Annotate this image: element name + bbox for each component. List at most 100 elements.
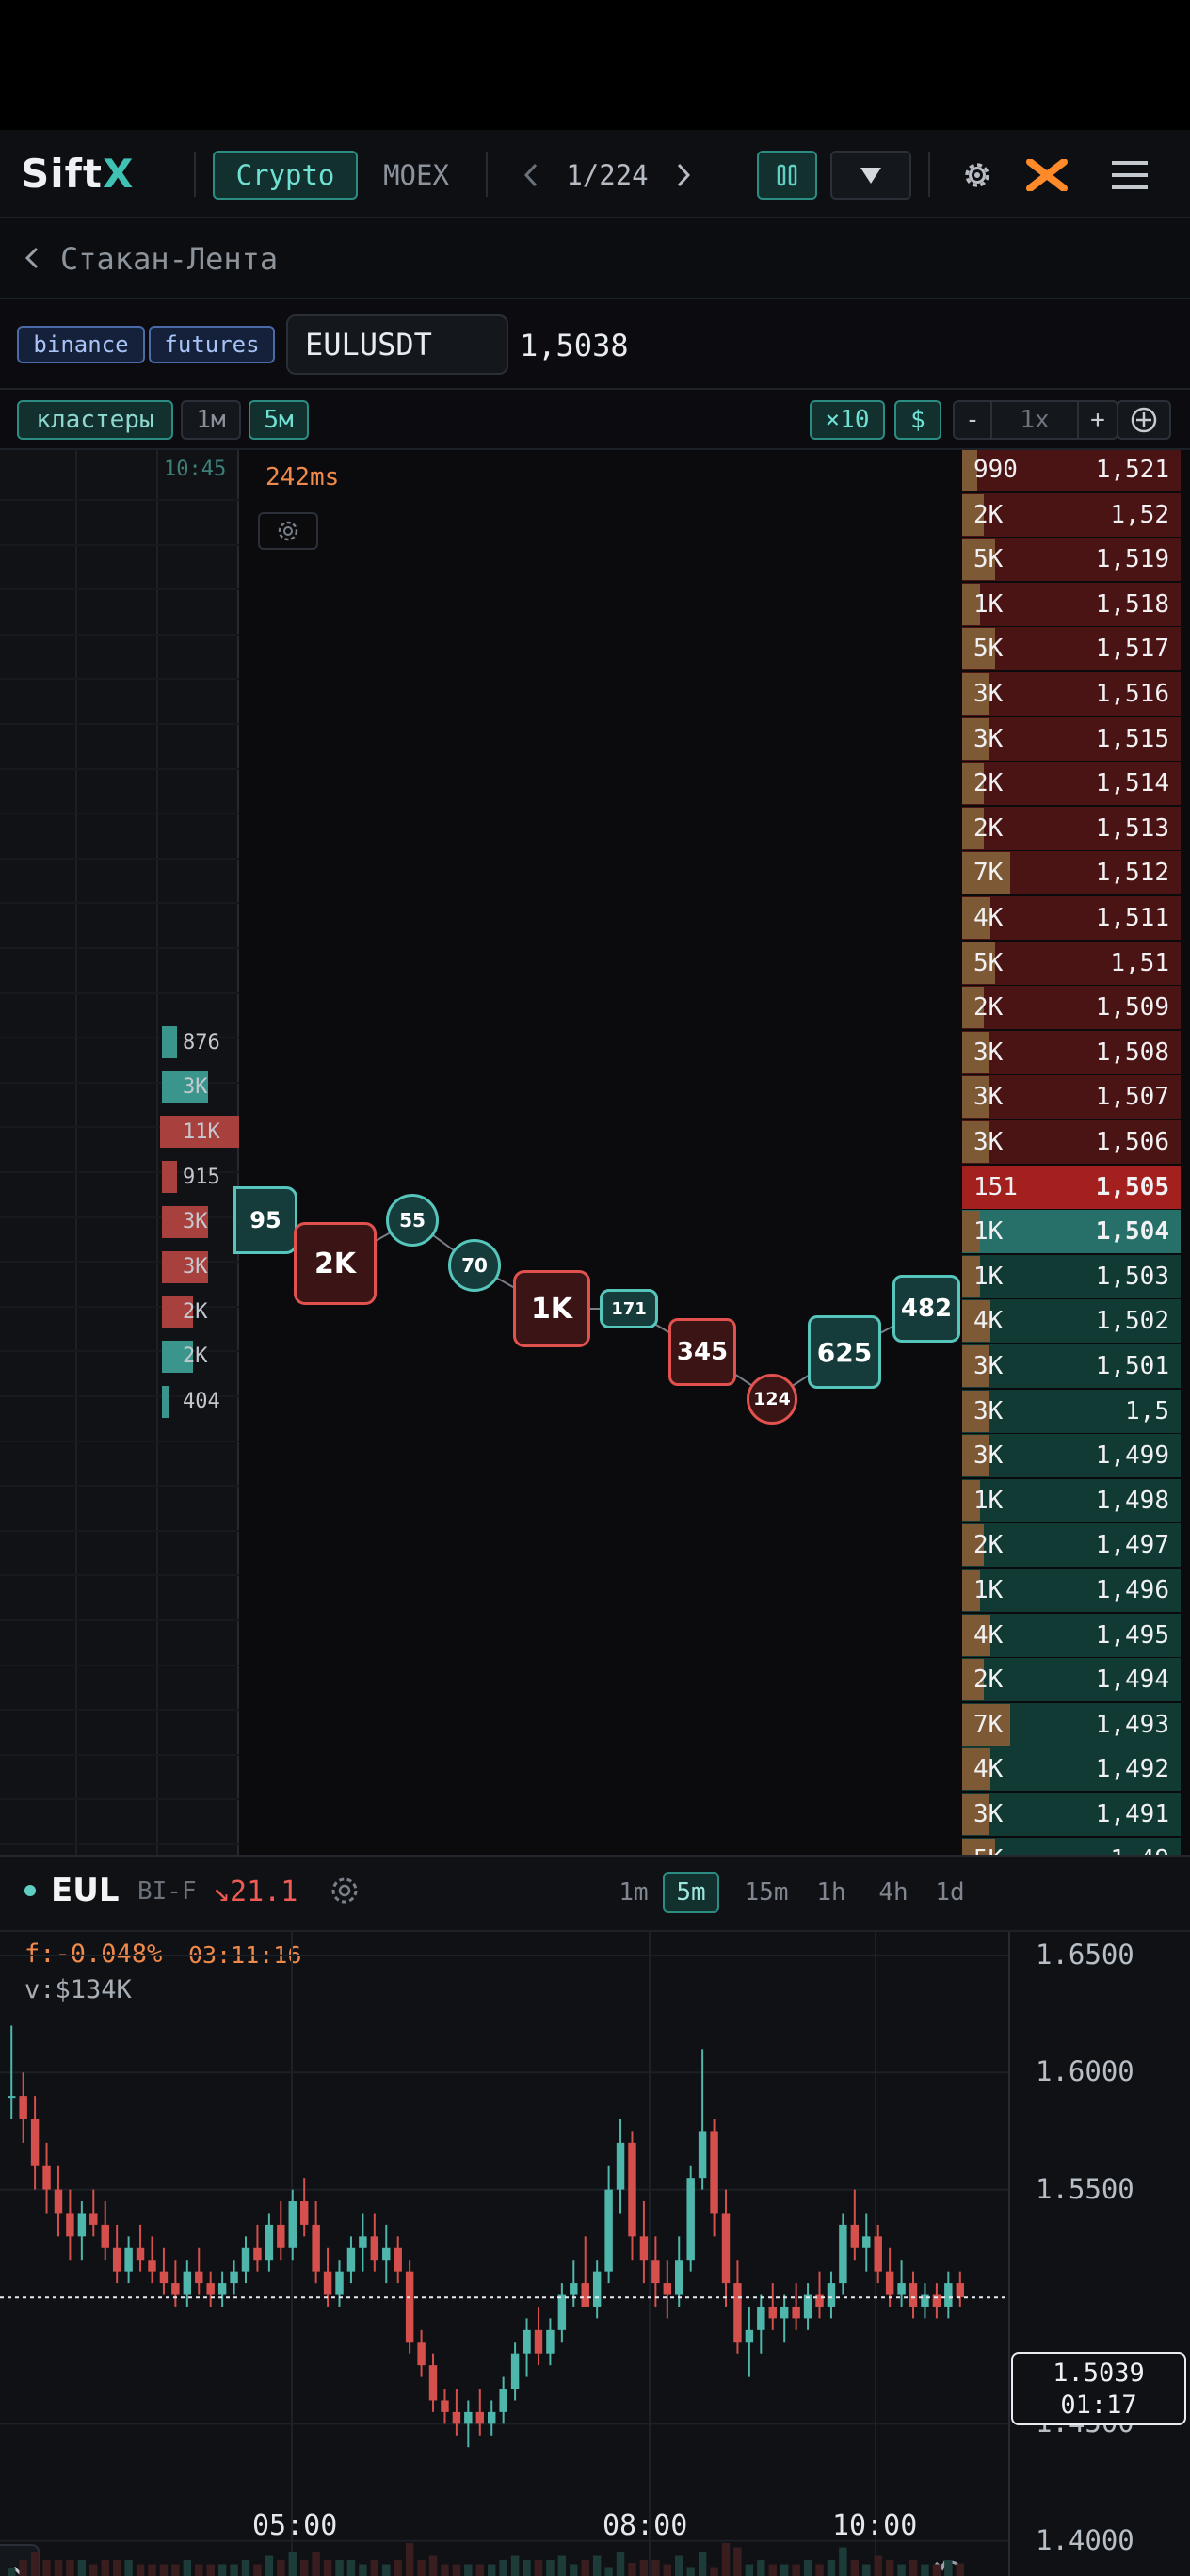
orderbook-row[interactable]: 7K 1,512 bbox=[962, 851, 1181, 895]
orderbook-row[interactable]: 5K 1,49 bbox=[962, 1837, 1181, 1855]
prev-page-icon[interactable] bbox=[514, 151, 548, 200]
trade-bubble[interactable]: 95 bbox=[233, 1186, 298, 1254]
volume-bar bbox=[897, 2564, 906, 2576]
candle-body bbox=[441, 2400, 449, 2412]
orderbook-row[interactable]: 2K 1,52 bbox=[962, 492, 1181, 537]
dropdown-toggle-icon[interactable] bbox=[830, 151, 911, 200]
volume-bar bbox=[827, 2560, 836, 2576]
trade-bubble[interactable]: 345 bbox=[668, 1318, 736, 1386]
orderbook-row[interactable]: 3K 1,491 bbox=[962, 1793, 1181, 1836]
orderbook-row[interactable]: 2K 1,513 bbox=[962, 806, 1181, 850]
orderbook-volume: 1K bbox=[973, 1486, 1004, 1515]
candle-body bbox=[159, 2271, 169, 2284]
trade-bubble[interactable]: 1K bbox=[513, 1270, 590, 1347]
candle-body bbox=[710, 2131, 718, 2214]
volume-bar bbox=[54, 2560, 63, 2576]
brand-x-icon[interactable] bbox=[1021, 151, 1073, 200]
orderbook-row[interactable]: 151 1,505 bbox=[962, 1165, 1181, 1209]
market-badge[interactable]: futures bbox=[149, 326, 275, 363]
volume-bar bbox=[148, 2564, 156, 2576]
candle-body bbox=[874, 2236, 882, 2272]
multiplier-button[interactable]: ×10 bbox=[810, 400, 885, 440]
clusters-button[interactable]: кластеры bbox=[17, 400, 173, 440]
zoom-plus-button[interactable]: + bbox=[1077, 402, 1117, 438]
orderbook-row[interactable]: 4K 1,511 bbox=[962, 896, 1181, 940]
orderbook-row[interactable]: 2K 1,497 bbox=[962, 1523, 1181, 1568]
orderbook-row[interactable]: 1K 1,518 bbox=[962, 582, 1181, 626]
candle-body bbox=[628, 2142, 636, 2237]
currency-button[interactable]: $ bbox=[894, 400, 941, 440]
volume-bar bbox=[475, 2564, 484, 2576]
orderbook-row[interactable]: 4K 1,502 bbox=[962, 1299, 1181, 1344]
chart-tf-1d[interactable]: 1d bbox=[926, 1872, 973, 1913]
orderbook-row[interactable]: 1K 1,504 bbox=[962, 1210, 1181, 1254]
x-axis-tick: 10:00 bbox=[832, 2509, 918, 2542]
orderbook-row[interactable]: 1K 1,498 bbox=[962, 1478, 1181, 1522]
orderbook-row[interactable]: 3K 1,516 bbox=[962, 672, 1181, 716]
volume-bar bbox=[921, 2564, 929, 2576]
siftx-logo[interactable]: SiftX bbox=[21, 151, 134, 197]
orderbook-price: 1,511 bbox=[1095, 904, 1169, 932]
orderbook-row[interactable]: 7K 1,493 bbox=[962, 1702, 1181, 1747]
orderbook-row[interactable]: 1K 1,496 bbox=[962, 1569, 1181, 1612]
volume-bar bbox=[639, 2560, 649, 2576]
trade-bubble[interactable]: 625 bbox=[808, 1315, 881, 1389]
settings-gear-icon[interactable] bbox=[953, 151, 1002, 200]
hamburger-menu-icon[interactable] bbox=[1103, 151, 1156, 200]
orderbook-row[interactable]: 3K 1,501 bbox=[962, 1344, 1181, 1388]
trade-bubble[interactable]: 482 bbox=[892, 1275, 960, 1343]
back-chevron-icon[interactable] bbox=[23, 245, 47, 273]
candle-body bbox=[721, 2213, 731, 2284]
orderbook-row[interactable]: 4K 1,492 bbox=[962, 1747, 1181, 1792]
exchange-badge[interactable]: binance bbox=[17, 326, 145, 363]
candle-body bbox=[89, 2213, 98, 2225]
trade-bubble[interactable]: 70 bbox=[448, 1239, 501, 1292]
zoom-minus-button[interactable]: - bbox=[955, 402, 992, 438]
orderbook-volume: 4K bbox=[973, 904, 1004, 932]
chart-tf-5m[interactable]: 5m bbox=[663, 1872, 719, 1913]
orderbook-row[interactable]: 2K 1,494 bbox=[962, 1658, 1181, 1702]
tf-5m-button[interactable]: 5м bbox=[249, 400, 309, 440]
orderbook-row[interactable]: 2K 1,514 bbox=[962, 762, 1181, 806]
orderbook-row[interactable]: 2K 1,509 bbox=[962, 986, 1181, 1030]
orderbook-row[interactable]: 5K 1,51 bbox=[962, 941, 1181, 985]
orderbook-price: 1,509 bbox=[1095, 993, 1169, 1022]
orderbook-row[interactable]: 3K 1,507 bbox=[962, 1075, 1181, 1119]
orderbook-row[interactable]: 5K 1,519 bbox=[962, 538, 1181, 582]
columns-toggle-icon[interactable] bbox=[757, 151, 817, 200]
orderbook-row[interactable]: 5K 1,517 bbox=[962, 627, 1181, 671]
zoom-group: - 1x + bbox=[953, 400, 1118, 440]
orderbook-row[interactable]: 3K 1,499 bbox=[962, 1434, 1181, 1478]
page-title: Стакан-Лента bbox=[60, 241, 279, 277]
trade-bubble[interactable]: 171 bbox=[600, 1289, 658, 1328]
tf-1m-button[interactable]: 1м bbox=[181, 400, 241, 440]
orderbook-row[interactable]: 3K 1,5 bbox=[962, 1389, 1181, 1433]
orderbook-row[interactable]: 3K 1,508 bbox=[962, 1030, 1181, 1074]
volume-bar bbox=[206, 2564, 215, 2576]
trade-bubble[interactable]: 2K bbox=[294, 1222, 377, 1305]
chart-tf-1h[interactable]: 1h bbox=[806, 1872, 857, 1913]
symbol-input[interactable]: EULUSDT bbox=[286, 314, 508, 375]
chart-tf-1m[interactable]: 1m bbox=[608, 1872, 659, 1913]
chart-tf-4h[interactable]: 4h bbox=[868, 1872, 919, 1913]
next-page-icon[interactable] bbox=[667, 151, 700, 200]
trade-bubble[interactable]: 55 bbox=[386, 1194, 439, 1247]
candlestick-chart[interactable] bbox=[0, 1932, 1190, 2576]
orderbook-price: 1,494 bbox=[1095, 1666, 1169, 1695]
candle-body bbox=[124, 2247, 133, 2272]
trade-bubble[interactable]: 124 bbox=[747, 1374, 797, 1425]
orderbook-row[interactable]: 990 1,521 bbox=[962, 450, 1181, 491]
orderbook-row[interactable]: 3K 1,506 bbox=[962, 1120, 1181, 1164]
crosshair-icon[interactable] bbox=[1117, 400, 1171, 440]
orderbook-row[interactable]: 3K 1,515 bbox=[962, 716, 1181, 761]
orderbook-row[interactable]: 1K 1,503 bbox=[962, 1254, 1181, 1298]
tab-moex[interactable]: MOEX bbox=[371, 151, 461, 200]
candle-body bbox=[827, 2283, 836, 2307]
orderbook-row[interactable]: 4K 1,495 bbox=[962, 1613, 1181, 1657]
chart-ticker[interactable]: EUL bbox=[51, 1872, 120, 1909]
tab-crypto[interactable]: Crypto bbox=[213, 151, 358, 200]
last-price-label: 1.5039 01:17 bbox=[1011, 2352, 1186, 2425]
chart-tf-15m[interactable]: 15m bbox=[732, 1872, 800, 1913]
volume-bar bbox=[42, 2560, 51, 2576]
chart-settings-gear-icon[interactable] bbox=[328, 1874, 365, 1911]
